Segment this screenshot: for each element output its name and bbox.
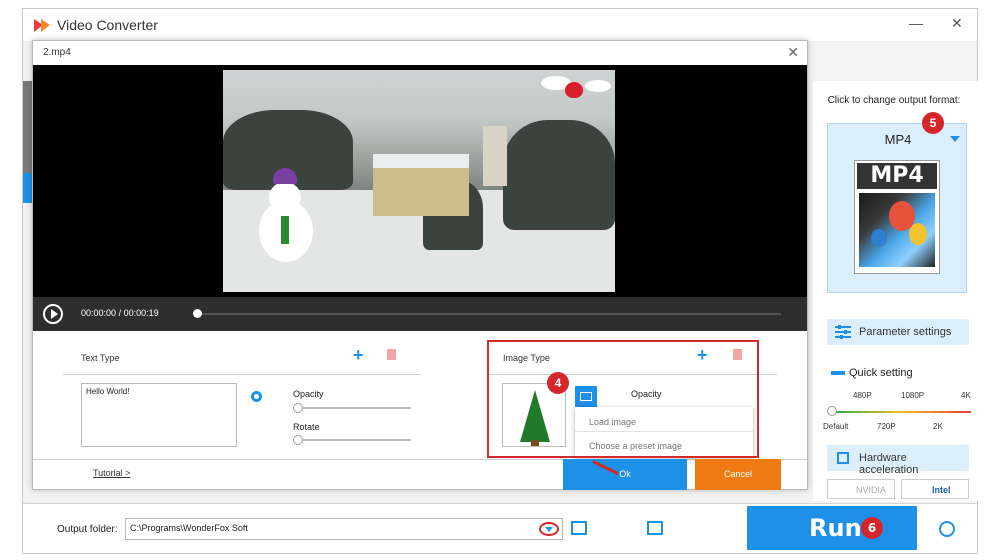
step-badge-6: 6 bbox=[861, 517, 883, 539]
intel-label: Intel bbox=[932, 485, 951, 495]
wing-right bbox=[585, 80, 611, 92]
church-building bbox=[373, 166, 469, 216]
step-badge-4: 4 bbox=[547, 372, 569, 394]
text-opacity-handle[interactable] bbox=[293, 403, 303, 413]
dialog-title: 2.mp4 bbox=[43, 47, 71, 58]
seek-bar[interactable] bbox=[195, 313, 781, 315]
divider bbox=[63, 374, 421, 375]
step-badge-5: 5 bbox=[922, 112, 944, 134]
heart-sticker bbox=[565, 82, 583, 98]
parameter-settings-label: Parameter settings bbox=[859, 326, 952, 338]
text-type-label: Text Type bbox=[81, 353, 120, 363]
nvidia-option[interactable]: NVIDIA bbox=[827, 479, 895, 499]
run-button[interactable]: Run 6 bbox=[747, 506, 917, 550]
bottom-bar: Output folder: C:\Programs\WonderFox Sof… bbox=[23, 503, 977, 553]
cancel-button[interactable]: Cancel bbox=[695, 459, 781, 490]
balloon-image bbox=[859, 193, 935, 267]
output-format-selector[interactable]: MP4 MP4 bbox=[827, 123, 967, 293]
forest bbox=[503, 120, 615, 230]
close-window-button[interactable]: ✕ bbox=[951, 15, 963, 32]
scale-2k: 2K bbox=[933, 422, 943, 431]
output-format-panel: Click to change output format: MP4 MP4 P… bbox=[813, 81, 979, 501]
gear-icon[interactable] bbox=[251, 391, 262, 402]
quality-slider-track[interactable] bbox=[831, 411, 971, 413]
output-folder-label: Output folder: bbox=[57, 524, 118, 535]
format-name: MP4 bbox=[884, 132, 912, 147]
bell-tower bbox=[483, 126, 507, 186]
quick-setting-label: Quick setting bbox=[849, 367, 913, 379]
video-preview bbox=[33, 65, 807, 297]
ok-button[interactable]: Ok bbox=[563, 459, 687, 490]
tutorial-link[interactable]: Tutorial > bbox=[93, 468, 130, 478]
minimize-button[interactable]: — bbox=[909, 15, 923, 31]
rotate-handle[interactable] bbox=[293, 435, 303, 445]
hardware-acceleration-label: Hardware acceleration bbox=[859, 452, 919, 476]
video-frame bbox=[223, 70, 615, 292]
alarm-icon[interactable] bbox=[939, 521, 955, 537]
chevron-down-icon[interactable] bbox=[950, 136, 960, 142]
text-opacity-slider[interactable] bbox=[297, 407, 411, 409]
scale-1080p: 1080P bbox=[901, 391, 925, 400]
church-roof bbox=[373, 154, 469, 168]
total-time: 00:00:19 bbox=[123, 308, 159, 318]
dialog-close-button[interactable]: ✕ bbox=[787, 44, 799, 61]
folder-icon[interactable] bbox=[571, 521, 587, 535]
mp4-format-icon: MP4 bbox=[854, 160, 940, 274]
current-time: 00:00:00 bbox=[81, 308, 117, 318]
seek-handle[interactable] bbox=[193, 309, 202, 318]
format-icon-text: MP4 bbox=[857, 163, 937, 189]
rotate-label: Rotate bbox=[293, 422, 320, 432]
film-icon[interactable] bbox=[647, 521, 663, 535]
add-text-icon[interactable]: + bbox=[353, 345, 364, 366]
delete-text-icon[interactable] bbox=[387, 349, 396, 360]
rotate-slider[interactable] bbox=[297, 439, 411, 441]
snowman-head bbox=[269, 182, 301, 212]
player-controls: 00:00:00 / 00:00:19 bbox=[33, 297, 807, 331]
text-opacity-label: Opacity bbox=[293, 389, 324, 399]
title-bar: Video Converter — ✕ bbox=[23, 9, 977, 41]
play-icon[interactable] bbox=[43, 304, 63, 324]
text-input[interactable]: Hello World! bbox=[81, 383, 237, 447]
output-folder-input[interactable]: C:\Programs\WonderFox Soft bbox=[125, 518, 563, 540]
output-folder-dropdown[interactable] bbox=[539, 522, 559, 536]
parameter-settings-button[interactable]: Parameter settings bbox=[827, 319, 969, 345]
snowman-scarf bbox=[281, 216, 289, 244]
intel-option[interactable]: Intel bbox=[901, 479, 969, 499]
highlight-box bbox=[487, 340, 759, 458]
format-prompt: Click to change output format: bbox=[827, 95, 961, 106]
time-separator: / bbox=[118, 308, 122, 318]
app-logo-icon bbox=[34, 19, 50, 32]
hardware-acceleration-button[interactable]: Hardware acceleration bbox=[827, 445, 969, 476]
scale-4k: 4K bbox=[961, 391, 971, 400]
app-title: Video Converter bbox=[57, 17, 158, 33]
scale-720p: 720P bbox=[877, 422, 896, 431]
quick-setting-icon bbox=[831, 371, 845, 375]
sliders-icon bbox=[835, 325, 851, 339]
run-label: Run bbox=[809, 514, 862, 542]
scale-480p: 480P bbox=[853, 391, 872, 400]
scale-default: Default bbox=[823, 422, 849, 431]
divider bbox=[33, 459, 807, 460]
quality-slider-handle[interactable] bbox=[827, 406, 837, 416]
nvidia-label: NVIDIA bbox=[856, 485, 887, 495]
time-display: 00:00:00 / 00:00:19 bbox=[81, 308, 159, 318]
chip-icon bbox=[837, 452, 849, 464]
